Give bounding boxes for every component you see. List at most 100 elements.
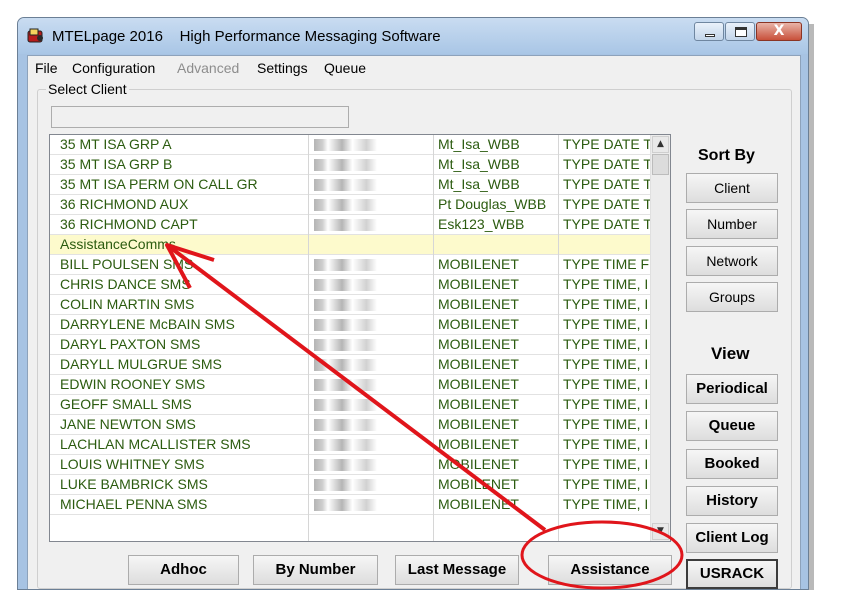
- client-name-cell: CHRIS DANCE SMS: [60, 276, 191, 292]
- close-button[interactable]: X: [756, 22, 802, 41]
- last-message-button[interactable]: Last Message: [395, 555, 519, 585]
- app-window: MTELpage 2016 High Performance Messaging…: [17, 17, 809, 590]
- view-history-button[interactable]: History: [686, 486, 778, 516]
- client-row[interactable]: 36 RICHMOND CAPT Esk123_WBB TYPE DATE T: [50, 215, 652, 235]
- client-search-input[interactable]: [51, 106, 349, 128]
- client-name-cell: 35 MT ISA GRP A: [60, 136, 172, 152]
- scroll-down-icon[interactable]: ▼: [652, 523, 669, 540]
- client-row[interactable]: GEOFF SMALL SMS MOBILENET TYPE TIME, I: [50, 395, 652, 415]
- client-row[interactable]: 35 MT ISA GRP B Mt_Isa_WBB TYPE DATE T: [50, 155, 652, 175]
- client-network-cell: MOBILENET: [438, 496, 519, 512]
- client-network-cell: Esk123_WBB: [438, 216, 525, 232]
- menu-advanced: Advanced: [177, 60, 240, 76]
- redacted-number: [314, 159, 384, 171]
- redacted-number: [314, 479, 384, 491]
- client-row[interactable]: CHRIS DANCE SMS MOBILENET TYPE TIME, I: [50, 275, 652, 295]
- client-list[interactable]: 35 MT ISA GRP A Mt_Isa_WBB TYPE DATE T 35 M…: [49, 134, 671, 542]
- client-row[interactable]: DARYLL MULGRUE SMS MOBILENET TYPE TIME, I: [50, 355, 652, 375]
- client-number-cell: [314, 216, 434, 234]
- client-number-cell: [314, 396, 434, 414]
- vertical-scrollbar[interactable]: ▲ ▼: [650, 135, 670, 541]
- client-row[interactable]: MICHAEL PENNA SMS MOBILENET TYPE TIME, I: [50, 495, 652, 515]
- client-network-cell: MOBILENET: [438, 256, 519, 272]
- client-number-cell: [314, 376, 434, 394]
- client-row[interactable]: JANE NEWTON SMS MOBILENET TYPE TIME, I: [50, 415, 652, 435]
- client-number-cell: [314, 136, 434, 154]
- redacted-number: [314, 179, 384, 191]
- window-controls: X: [693, 22, 802, 41]
- client-row[interactable]: COLIN MARTIN SMS MOBILENET TYPE TIME, I: [50, 295, 652, 315]
- sort-number-button[interactable]: Number: [686, 209, 778, 239]
- view-booked-button[interactable]: Booked: [686, 449, 778, 479]
- redacted-number: [314, 219, 384, 231]
- client-name-cell: DARRYLENE McBAIN SMS: [60, 316, 235, 332]
- menu-queue[interactable]: Queue: [324, 60, 366, 76]
- client-type-cell: TYPE TIME, I: [563, 436, 649, 452]
- client-number-cell: [314, 316, 434, 334]
- client-row[interactable]: DARYL PAXTON SMS MOBILENET TYPE TIME, I: [50, 335, 652, 355]
- client-number-cell: [314, 156, 434, 174]
- sort-client-button[interactable]: Client: [686, 173, 778, 203]
- client-type-cell: TYPE DATE T: [563, 196, 652, 212]
- redacted-number: [314, 259, 384, 271]
- client-row[interactable]: LOUIS WHITNEY SMS MOBILENET TYPE TIME, I: [50, 455, 652, 475]
- sort-network-button[interactable]: Network: [686, 246, 778, 276]
- mtel-app-icon[interactable]: [27, 26, 45, 44]
- client-network-cell: MOBILENET: [438, 396, 519, 412]
- client-type-cell: TYPE TIME, I: [563, 356, 649, 372]
- by-number-button[interactable]: By Number: [253, 555, 378, 585]
- client-network-cell: MOBILENET: [438, 336, 519, 352]
- redacted-number: [314, 339, 384, 351]
- view-queue-button[interactable]: Queue: [686, 411, 778, 441]
- client-type-cell: TYPE TIME, I: [563, 456, 649, 472]
- client-network-cell: Mt_Isa_WBB: [438, 156, 520, 172]
- column-divider: [433, 135, 434, 541]
- redacted-number: [314, 299, 384, 311]
- title-bar[interactable]: MTELpage 2016 High Performance Messaging…: [18, 18, 808, 54]
- scroll-up-icon[interactable]: ▲: [652, 136, 669, 153]
- client-name-cell: DARYL PAXTON SMS: [60, 336, 201, 352]
- view-heading: View: [711, 344, 750, 363]
- menu-configuration[interactable]: Configuration: [72, 60, 155, 76]
- menu-file[interactable]: File: [35, 60, 58, 76]
- minimize-button[interactable]: [694, 22, 724, 41]
- window-title: MTELpage 2016 High Performance Messaging…: [52, 28, 441, 45]
- client-row[interactable]: 36 RICHMOND AUX Pt Douglas_WBB TYPE DATE T: [50, 195, 652, 215]
- client-type-cell: TYPE DATE T: [563, 176, 652, 192]
- redacted-number: [314, 139, 384, 151]
- client-row[interactable]: 35 MT ISA GRP A Mt_Isa_WBB TYPE DATE T: [50, 135, 652, 155]
- client-type-cell: TYPE TIME, I: [563, 396, 649, 412]
- client-number-cell: [314, 496, 434, 514]
- client-row[interactable]: BILL POULSEN SMS MOBILENET TYPE TIME F: [50, 255, 652, 275]
- client-number-cell: [314, 416, 434, 434]
- assistance-button[interactable]: Assistance: [548, 555, 672, 585]
- redacted-number: [314, 199, 384, 211]
- view-client-log-button[interactable]: Client Log: [686, 523, 778, 553]
- client-row[interactable]: EDWIN ROONEY SMS MOBILENET TYPE TIME, I: [50, 375, 652, 395]
- menu-settings[interactable]: Settings: [257, 60, 308, 76]
- client-network-cell: Pt Douglas_WBB: [438, 196, 547, 212]
- view-periodical-button[interactable]: Periodical: [686, 374, 778, 404]
- client-name-cell: 35 MT ISA GRP B: [60, 156, 173, 172]
- client-number-cell: [314, 336, 434, 354]
- scroll-thumb[interactable]: [652, 154, 669, 175]
- usrack-button[interactable]: USRACK: [686, 559, 778, 589]
- sort-groups-button[interactable]: Groups: [686, 282, 778, 312]
- client-number-cell: [314, 176, 434, 194]
- client-row[interactable]: DARRYLENE McBAIN SMS MOBILENET TYPE TIME, …: [50, 315, 652, 335]
- client-network-cell: MOBILENET: [438, 416, 519, 432]
- adhoc-button[interactable]: Adhoc: [128, 555, 239, 585]
- client-name-cell: JANE NEWTON SMS: [60, 416, 196, 432]
- client-row[interactable]: LUKE BAMBRICK SMS MOBILENET TYPE TIME, I: [50, 475, 652, 495]
- client-row[interactable]: AssistanceComms: [50, 235, 652, 255]
- client-name-cell: 35 MT ISA PERM ON CALL GR: [60, 176, 258, 192]
- client-name-cell: 36 RICHMOND AUX: [60, 196, 189, 212]
- maximize-button[interactable]: [725, 22, 755, 41]
- client-row[interactable]: LACHLAN MCALLISTER SMS MOBILENET TYPE TIME…: [50, 435, 652, 455]
- client-number-cell: [314, 436, 434, 454]
- client-network-cell: Mt_Isa_WBB: [438, 136, 520, 152]
- redacted-number: [314, 459, 384, 471]
- redacted-number: [314, 439, 384, 451]
- client-row[interactable]: 35 MT ISA PERM ON CALL GR Mt_Isa_WBB TYPE …: [50, 175, 652, 195]
- client-number-cell: [314, 476, 434, 494]
